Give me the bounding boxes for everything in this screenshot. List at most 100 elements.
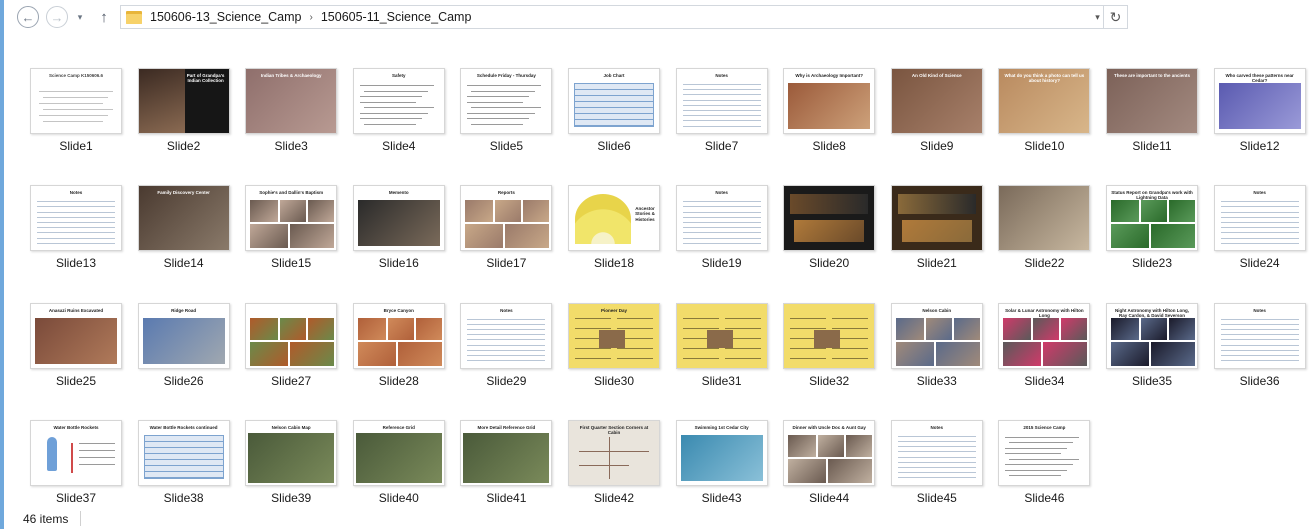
- file-item[interactable]: More Detail Reference Grid Slide41: [458, 419, 556, 506]
- slide-thumbnail: Pioneer Day: [568, 302, 660, 369]
- file-item[interactable]: Ancestor Stories & Histories Slide18: [566, 185, 664, 271]
- file-name: Slide4: [382, 139, 416, 153]
- file-item[interactable]: Slide21: [889, 185, 987, 271]
- chevron-right-icon[interactable]: ›: [310, 12, 313, 23]
- slide-title: Job Chart: [603, 73, 625, 78]
- file-item[interactable]: Ridge Road Slide26: [136, 302, 234, 389]
- file-item[interactable]: Why is Archaeology Important? Slide8: [781, 68, 879, 154]
- slide-thumbnail: Sophie's and Dallin's Baptism: [245, 185, 338, 252]
- file-item[interactable]: Family Discovery Center Slide14: [136, 185, 234, 271]
- slide-title: Sophie's and Dallin's Baptism: [259, 190, 324, 196]
- file-item[interactable]: Slide31: [674, 302, 772, 389]
- file-item[interactable]: Memento Slide16: [351, 185, 449, 271]
- slide-title: Part of Grandpa's Indian Collection: [186, 73, 225, 84]
- slide-title: Safety: [392, 73, 406, 78]
- slide-thumbnail: Bryce Canyon: [352, 302, 445, 369]
- file-item[interactable]: Notes Slide24: [1212, 185, 1310, 271]
- file-item[interactable]: Dinner with Uncle Doc & Aunt Gay Slide44: [781, 419, 879, 506]
- recent-locations-button[interactable]: ▾: [74, 10, 86, 24]
- file-item[interactable]: Solar & Lunar Astronomy with Hilton Long…: [996, 302, 1094, 389]
- slide-title: Who carved these patterns near Cedar?: [1225, 73, 1294, 84]
- file-item[interactable]: Notes Slide19: [674, 185, 772, 271]
- forward-button[interactable]: →: [46, 6, 68, 28]
- file-name: Slide40: [378, 490, 419, 505]
- file-item[interactable]: Reference Grid Slide40: [351, 419, 449, 506]
- file-item[interactable]: Notes Slide29: [458, 302, 556, 389]
- file-item[interactable]: An Old Kind of Science Slide9: [889, 68, 987, 154]
- file-item[interactable]: Science Camp K150606.6 Slide1: [28, 68, 126, 154]
- slide-thumbnail: Safety: [352, 68, 445, 134]
- breadcrumb-item[interactable]: 150606-13_Science_Camp: [150, 10, 302, 24]
- file-item[interactable]: 2015 Science Camp Slide46: [996, 419, 1094, 506]
- file-item[interactable]: Reports Slide17: [458, 185, 556, 271]
- file-name: Slide42: [593, 490, 635, 505]
- file-item[interactable]: Notes Slide45: [889, 419, 987, 506]
- file-item[interactable]: Water Bottle Rockets continued Slide38: [136, 419, 234, 506]
- file-item[interactable]: Slide20: [781, 185, 879, 271]
- address-dropdown-button[interactable]: ▾: [1091, 5, 1104, 29]
- slide-title: Ridge Road: [171, 307, 197, 313]
- file-name: Slide11: [1132, 139, 1172, 153]
- file-name: Slide35: [1131, 373, 1173, 388]
- slide-thumbnail: Job Chart: [568, 68, 660, 134]
- file-name: Slide16: [378, 256, 419, 271]
- file-item[interactable]: Bryce Canyon Slide28: [351, 302, 449, 389]
- file-item[interactable]: Indian Tribes & Archaeology Slide3: [243, 68, 341, 154]
- slide-thumbnail: An Old Kind of Science: [890, 68, 983, 134]
- file-item[interactable]: Slide27: [243, 302, 341, 389]
- file-item[interactable]: Safety Slide4: [351, 68, 449, 154]
- slide-thumbnail: Water Bottle Rockets continued: [137, 419, 230, 486]
- file-name: Slide5: [489, 139, 524, 153]
- file-item[interactable]: What do you think a photo can tell us ab…: [996, 68, 1094, 154]
- address-bar[interactable]: 150606-13_Science_Camp › 150605-11_Scien…: [120, 5, 1104, 29]
- file-item[interactable]: Swimming 1st Cedar City Slide43: [674, 419, 772, 506]
- slide-thumbnail: Notes: [1213, 302, 1306, 369]
- file-name: Slide13: [55, 256, 97, 271]
- file-name: Slide8: [812, 139, 846, 153]
- back-button[interactable]: ←: [17, 6, 39, 28]
- file-item[interactable]: Job Chart Slide6: [566, 68, 664, 154]
- slide-thumbnail: Water Bottle Rockets: [30, 419, 122, 486]
- file-item[interactable]: Nelson Cabin Map Slide39: [243, 419, 341, 506]
- file-name: Slide28: [378, 373, 419, 388]
- file-item[interactable]: These are important to the ancients Slide…: [1104, 68, 1202, 154]
- slide-title: Swimming 1st Cedar City: [694, 424, 749, 430]
- file-item[interactable]: Status Report on Grandpa's work with Lig…: [1104, 185, 1202, 271]
- file-item[interactable]: Nelson Cabin Slide33: [889, 302, 987, 389]
- file-item[interactable]: Water Bottle Rockets Slide37: [28, 419, 126, 506]
- up-button[interactable]: ↑: [96, 8, 112, 26]
- file-item[interactable]: Notes Slide7: [674, 68, 772, 154]
- file-name: Slide43: [701, 490, 742, 505]
- file-item[interactable]: Anasazi Ruins Excavated Slide25: [28, 302, 126, 389]
- breadcrumb-item[interactable]: 150605-11_Science_Camp: [321, 10, 472, 24]
- file-item[interactable]: Notes Slide13: [28, 185, 126, 271]
- file-item[interactable]: Night Astronomy with Hilton Long, Ray Ca…: [1104, 302, 1202, 389]
- up-arrow-icon: ↑: [100, 8, 108, 26]
- file-item[interactable]: Slide22: [996, 185, 1094, 271]
- slide-thumbnail: More Detail Reference Grid: [460, 419, 553, 486]
- file-item[interactable]: Part of Grandpa's Indian Collection Slide…: [136, 68, 234, 154]
- slide-thumbnail: Dinner with Uncle Doc & Aunt Gay: [783, 419, 876, 486]
- file-item[interactable]: Sophie's and Dallin's Baptism Slide15: [243, 185, 341, 271]
- file-item[interactable]: First Quarter Section Corners at Cabin Sl…: [566, 419, 664, 506]
- slide-thumbnail: 2015 Science Camp: [998, 419, 1091, 486]
- slide-thumbnail: Schedule Friday - Thursday: [460, 68, 553, 134]
- file-name: Slide19: [701, 256, 742, 271]
- file-name: Slide27: [271, 373, 312, 388]
- file-name: Slide18: [593, 256, 635, 271]
- slide-title: These are important to the ancients: [1113, 73, 1191, 78]
- slide-thumbnail: Notes: [675, 185, 768, 252]
- refresh-button[interactable]: ↻: [1104, 5, 1128, 29]
- slide-thumbnail: Swimming 1st Cedar City: [675, 419, 768, 486]
- file-item[interactable]: Who carved these patterns near Cedar? Sli…: [1212, 68, 1310, 154]
- slide-title: More Detail Reference Grid: [477, 424, 536, 430]
- file-item[interactable]: Pioneer Day Slide30: [566, 302, 664, 389]
- navigation-bar: ← → ▾ ↑ 150606-13_Science_Camp › 150605-…: [8, 0, 1316, 34]
- file-item[interactable]: Slide32: [781, 302, 879, 389]
- file-item[interactable]: Schedule Friday - Thursday Slide5: [458, 68, 556, 154]
- slide-title: Pioneer Day: [600, 307, 627, 313]
- slide-thumbnail: These are important to the ancients: [1106, 68, 1198, 134]
- file-name: Slide38: [163, 490, 204, 505]
- file-item[interactable]: Notes Slide36: [1212, 302, 1310, 389]
- slide-thumbnail: Nelson Cabin Map: [245, 419, 338, 486]
